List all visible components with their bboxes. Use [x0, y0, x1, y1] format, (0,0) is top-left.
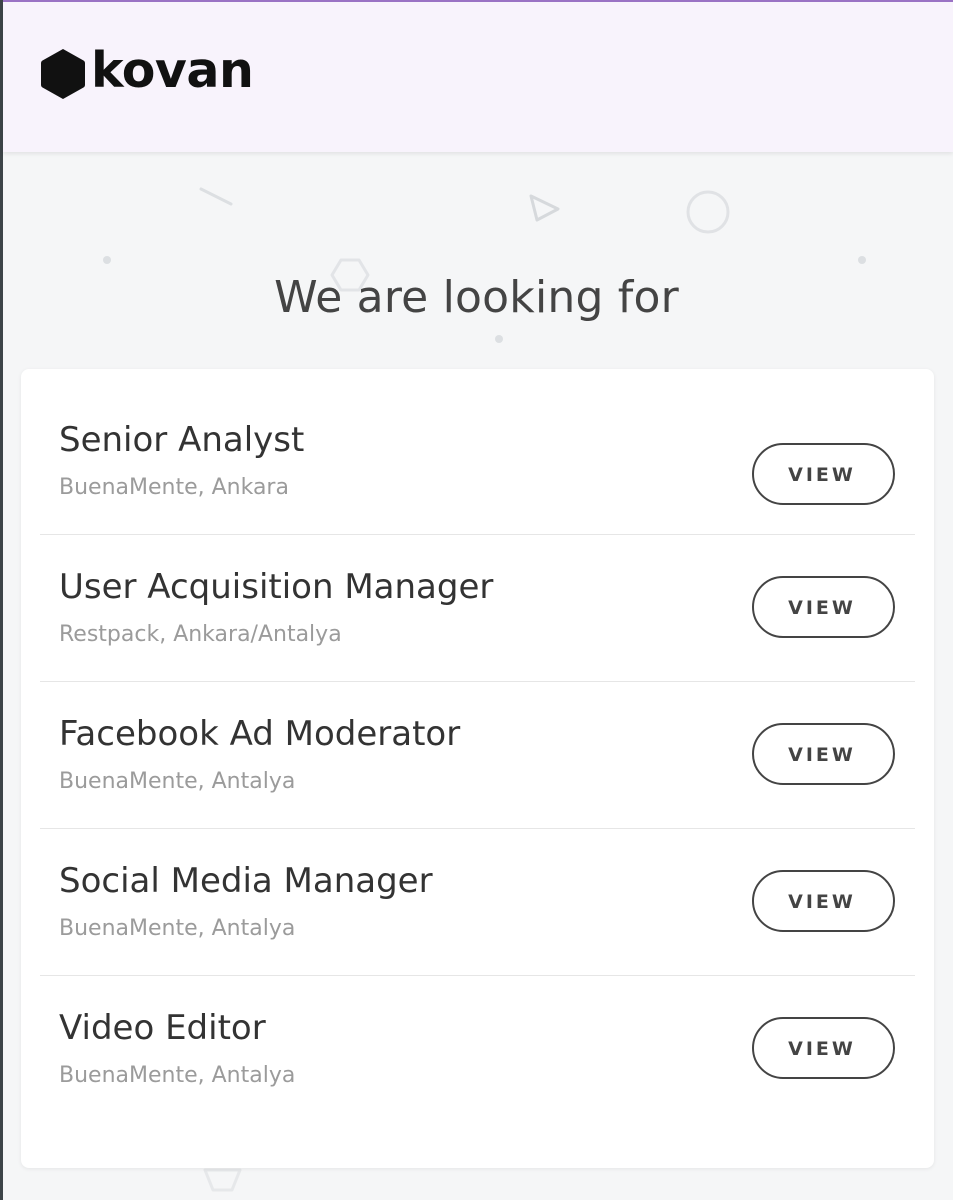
job-title: Senior Analyst	[59, 420, 305, 460]
job-company-location: BuenaMente, Antalya	[59, 916, 296, 941]
job-company-location: Restpack, Ankara/Antalya	[59, 622, 342, 647]
brand-name: kovan	[91, 42, 254, 99]
job-company-location: BuenaMente, Antalya	[59, 1063, 296, 1088]
brand-logo-link[interactable]: kovan	[40, 42, 254, 100]
job-row: Senior Analyst BuenaMente, Ankara VIEW	[40, 388, 915, 535]
job-company-location: BuenaMente, Ankara	[59, 475, 289, 500]
job-company-location: BuenaMente, Antalya	[59, 769, 296, 794]
view-job-button[interactable]: VIEW	[752, 443, 895, 505]
view-job-button[interactable]: VIEW	[752, 870, 895, 932]
view-job-button[interactable]: VIEW	[752, 576, 895, 638]
view-job-button[interactable]: VIEW	[752, 723, 895, 785]
job-title: User Acquisition Manager	[59, 567, 494, 607]
hexagon-logo-icon	[41, 49, 85, 99]
view-job-button[interactable]: VIEW	[752, 1017, 895, 1079]
page-heading: We are looking for	[274, 272, 679, 323]
site-header: kovan	[3, 0, 953, 152]
job-row: Social Media Manager BuenaMente, Antalya…	[40, 829, 915, 976]
job-title: Video Editor	[59, 1008, 266, 1048]
job-row: Facebook Ad Moderator BuenaMente, Antaly…	[40, 682, 915, 829]
job-row: User Acquisition Manager Restpack, Ankar…	[40, 535, 915, 682]
job-title: Facebook Ad Moderator	[59, 714, 461, 754]
job-list-card: Senior Analyst BuenaMente, Ankara VIEW U…	[21, 369, 934, 1168]
job-title: Social Media Manager	[59, 861, 433, 901]
window-edge	[0, 0, 3, 1200]
job-row: Video Editor BuenaMente, Antalya VIEW	[40, 976, 915, 1123]
